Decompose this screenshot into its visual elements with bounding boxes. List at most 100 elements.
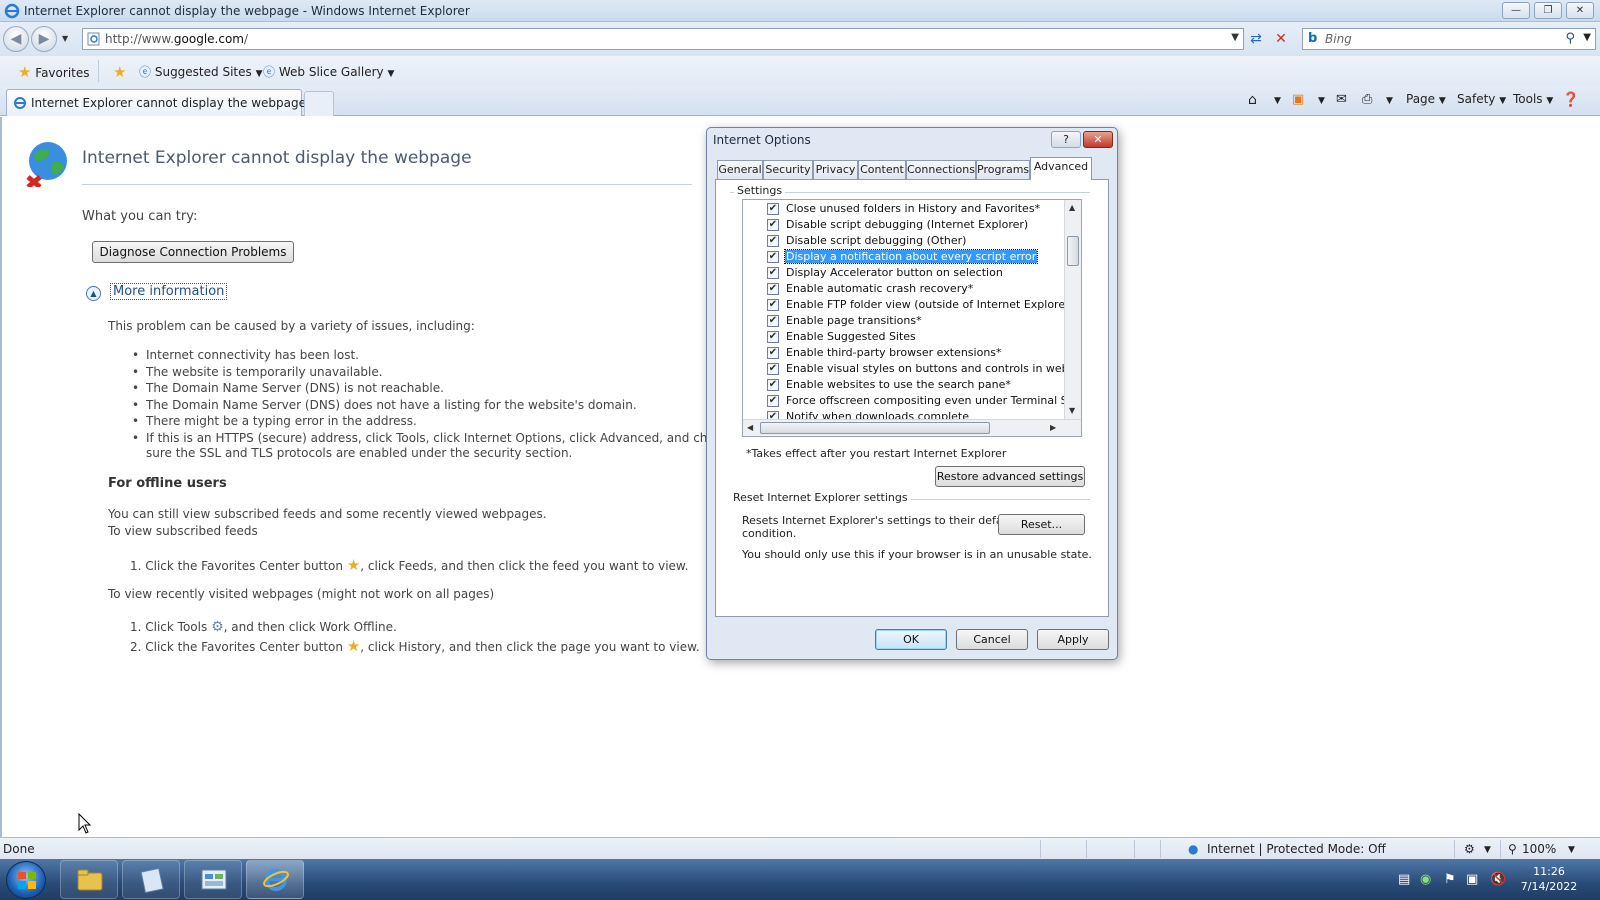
- tab-general[interactable]: General: [717, 160, 763, 179]
- safety-menu[interactable]: Safety ▼: [1457, 92, 1506, 106]
- home-dropdown-icon[interactable]: ▼: [1274, 96, 1281, 106]
- favorites-button[interactable]: ★ Favorites: [18, 63, 90, 81]
- tab-security[interactable]: Security: [763, 160, 813, 179]
- vertical-scroll-thumb[interactable]: [1067, 236, 1079, 266]
- checkbox-checked-icon[interactable]: ✔: [767, 363, 779, 375]
- address-input[interactable]: http://www.google.com/ ▼: [82, 28, 1244, 50]
- scroll-down-arrow-icon[interactable]: ▼: [1069, 406, 1075, 415]
- taskbar-explorer-button[interactable]: [60, 860, 118, 899]
- settings-horizontal-scrollbar[interactable]: ◀ ▶: [743, 419, 1081, 436]
- read-mail-icon[interactable]: ✉: [1336, 92, 1347, 107]
- zoom-dropdown-icon[interactable]: ▼: [1568, 845, 1575, 855]
- dialog-help-button[interactable]: ?: [1051, 131, 1081, 148]
- problem-intro: This problem can be caused by a variety …: [108, 319, 475, 333]
- taskbar-notepad-button[interactable]: [122, 860, 180, 899]
- print-dropdown-icon[interactable]: ▼: [1386, 96, 1393, 106]
- scroll-left-arrow-icon[interactable]: ◀: [747, 423, 753, 432]
- help-icon[interactable]: ❓: [1562, 92, 1579, 108]
- restore-button[interactable]: ❐: [1534, 2, 1562, 19]
- tray-volume-muted-icon[interactable]: 🔇: [1490, 872, 1506, 887]
- tray-action-center-flag-icon[interactable]: ⚑: [1444, 872, 1456, 887]
- cancel-button[interactable]: Cancel: [956, 629, 1028, 650]
- checkbox-checked-icon[interactable]: ✔: [767, 299, 779, 311]
- checkbox-checked-icon[interactable]: ✔: [767, 219, 779, 231]
- settings-listbox[interactable]: ✔ Close unused folders in History and Fav…: [742, 199, 1082, 437]
- setting-label: Display a notification about every scrip…: [783, 249, 1039, 264]
- address-bar-row: ◀ ▶ ▼ http://www.google.com/ ▼ ⇄ ✕ b Bin…: [0, 22, 1600, 56]
- clock-time: 11:26: [1533, 865, 1565, 878]
- web-slice-gallery-label: Web Slice Gallery: [278, 65, 384, 79]
- tab-privacy[interactable]: Privacy: [813, 160, 858, 179]
- checkbox-checked-icon[interactable]: ✔: [767, 283, 779, 295]
- address-url: http://www.google.com/: [105, 32, 249, 46]
- apply-button[interactable]: Apply: [1037, 629, 1109, 650]
- taskbar-control-panel-button[interactable]: [184, 860, 242, 899]
- stop-icon[interactable]: ✕: [1270, 28, 1292, 50]
- popup-blocker-icon[interactable]: ⚙: [1464, 842, 1475, 856]
- restore-advanced-settings-button[interactable]: Restore advanced settings: [935, 466, 1085, 487]
- checkbox-checked-icon[interactable]: ✔: [767, 379, 779, 391]
- taskbar-clock[interactable]: 11:26 7/14/2022: [1514, 864, 1584, 894]
- diagnose-connection-button[interactable]: Diagnose Connection Problems: [92, 241, 294, 263]
- checkbox-checked-icon[interactable]: ✔: [767, 315, 779, 327]
- checkbox-checked-icon[interactable]: ✔: [767, 267, 779, 279]
- tray-network-icon[interactable]: ▣: [1466, 872, 1478, 887]
- favorites-bar: ★ Favorites ★ ⓔ Suggested Sites ▼ ⓔ Web …: [0, 56, 1600, 86]
- search-options-dropdown-icon[interactable]: ▼: [1583, 32, 1591, 43]
- tab-content[interactable]: Content: [858, 160, 906, 179]
- ok-button[interactable]: OK: [875, 629, 947, 650]
- forward-button[interactable]: ▶: [31, 26, 57, 52]
- tray-security-icon[interactable]: ◉: [1420, 872, 1431, 887]
- what-you-can-try: What you can try:: [82, 209, 198, 224]
- tab-row: Internet Explorer cannot display the web…: [0, 86, 1600, 116]
- web-slice-gallery-button[interactable]: ⓔ Web Slice Gallery ▼: [263, 63, 394, 80]
- start-button[interactable]: [6, 861, 46, 899]
- checkbox-checked-icon[interactable]: ✔: [767, 347, 779, 359]
- zoom-level[interactable]: 100%: [1522, 842, 1556, 856]
- search-input[interactable]: b Bing ⚲ ▼: [1302, 28, 1596, 50]
- horizontal-scroll-thumb[interactable]: [760, 422, 990, 434]
- close-window-button[interactable]: ✕: [1566, 2, 1594, 19]
- collapse-chevron-icon[interactable]: ▲: [86, 286, 101, 301]
- status-separator: [1134, 840, 1135, 858]
- home-icon[interactable]: ⌂: [1248, 92, 1257, 108]
- status-separator: [1040, 840, 1041, 858]
- tab-active[interactable]: Internet Explorer cannot display the web…: [6, 89, 306, 116]
- more-information-link[interactable]: More information: [110, 283, 228, 300]
- suggested-sites-button[interactable]: ⓔ Suggested Sites ▼: [139, 63, 263, 80]
- print-icon[interactable]: ⎙: [1362, 92, 1372, 107]
- tab-programs[interactable]: Programs: [976, 160, 1030, 179]
- favorites-star-icon: ★: [18, 63, 32, 81]
- checkbox-checked-icon[interactable]: ✔: [767, 395, 779, 407]
- checkbox-checked-icon[interactable]: ✔: [767, 203, 779, 215]
- address-dropdown-icon[interactable]: ▼: [1231, 32, 1239, 43]
- feeds-icon[interactable]: ▣: [1292, 92, 1304, 107]
- ie-logo-icon: [4, 3, 20, 19]
- page-menu[interactable]: Page ▼: [1406, 92, 1446, 106]
- checkbox-checked-icon[interactable]: ✔: [767, 251, 779, 263]
- safety-menu-label: Safety: [1457, 92, 1496, 106]
- taskbar-internet-explorer-button[interactable]: [246, 860, 304, 899]
- refresh-icon[interactable]: ⇄: [1245, 28, 1267, 50]
- search-icon[interactable]: ⚲: [1565, 31, 1575, 46]
- checkbox-checked-icon[interactable]: ✔: [767, 331, 779, 343]
- settings-group-label: Settings: [734, 184, 786, 197]
- tools-menu[interactable]: Tools ▼: [1513, 92, 1553, 106]
- settings-vertical-scrollbar[interactable]: ▲ ▼: [1064, 200, 1081, 420]
- tray-notes-icon[interactable]: ▤: [1398, 872, 1410, 887]
- minimize-button[interactable]: —: [1502, 2, 1530, 19]
- new-tab-button[interactable]: [304, 91, 334, 116]
- dialog-close-button[interactable]: ✕: [1083, 131, 1113, 148]
- back-button[interactable]: ◀: [3, 26, 29, 52]
- security-zone-text[interactable]: Internet | Protected Mode: Off: [1207, 842, 1386, 856]
- add-to-favorites-bar-button[interactable]: ★: [113, 63, 126, 81]
- tab-connections[interactable]: Connections: [906, 160, 976, 179]
- popup-dropdown-icon[interactable]: ▼: [1484, 845, 1491, 855]
- reset-button[interactable]: Reset...: [998, 514, 1085, 535]
- tab-advanced[interactable]: Advanced: [1030, 157, 1092, 180]
- scroll-right-arrow-icon[interactable]: ▶: [1050, 423, 1056, 432]
- scroll-up-arrow-icon[interactable]: ▲: [1069, 203, 1075, 212]
- feeds-dropdown-icon[interactable]: ▼: [1318, 96, 1325, 106]
- checkbox-checked-icon[interactable]: ✔: [767, 235, 779, 247]
- recent-pages-dropdown-icon[interactable]: ▼: [62, 34, 68, 43]
